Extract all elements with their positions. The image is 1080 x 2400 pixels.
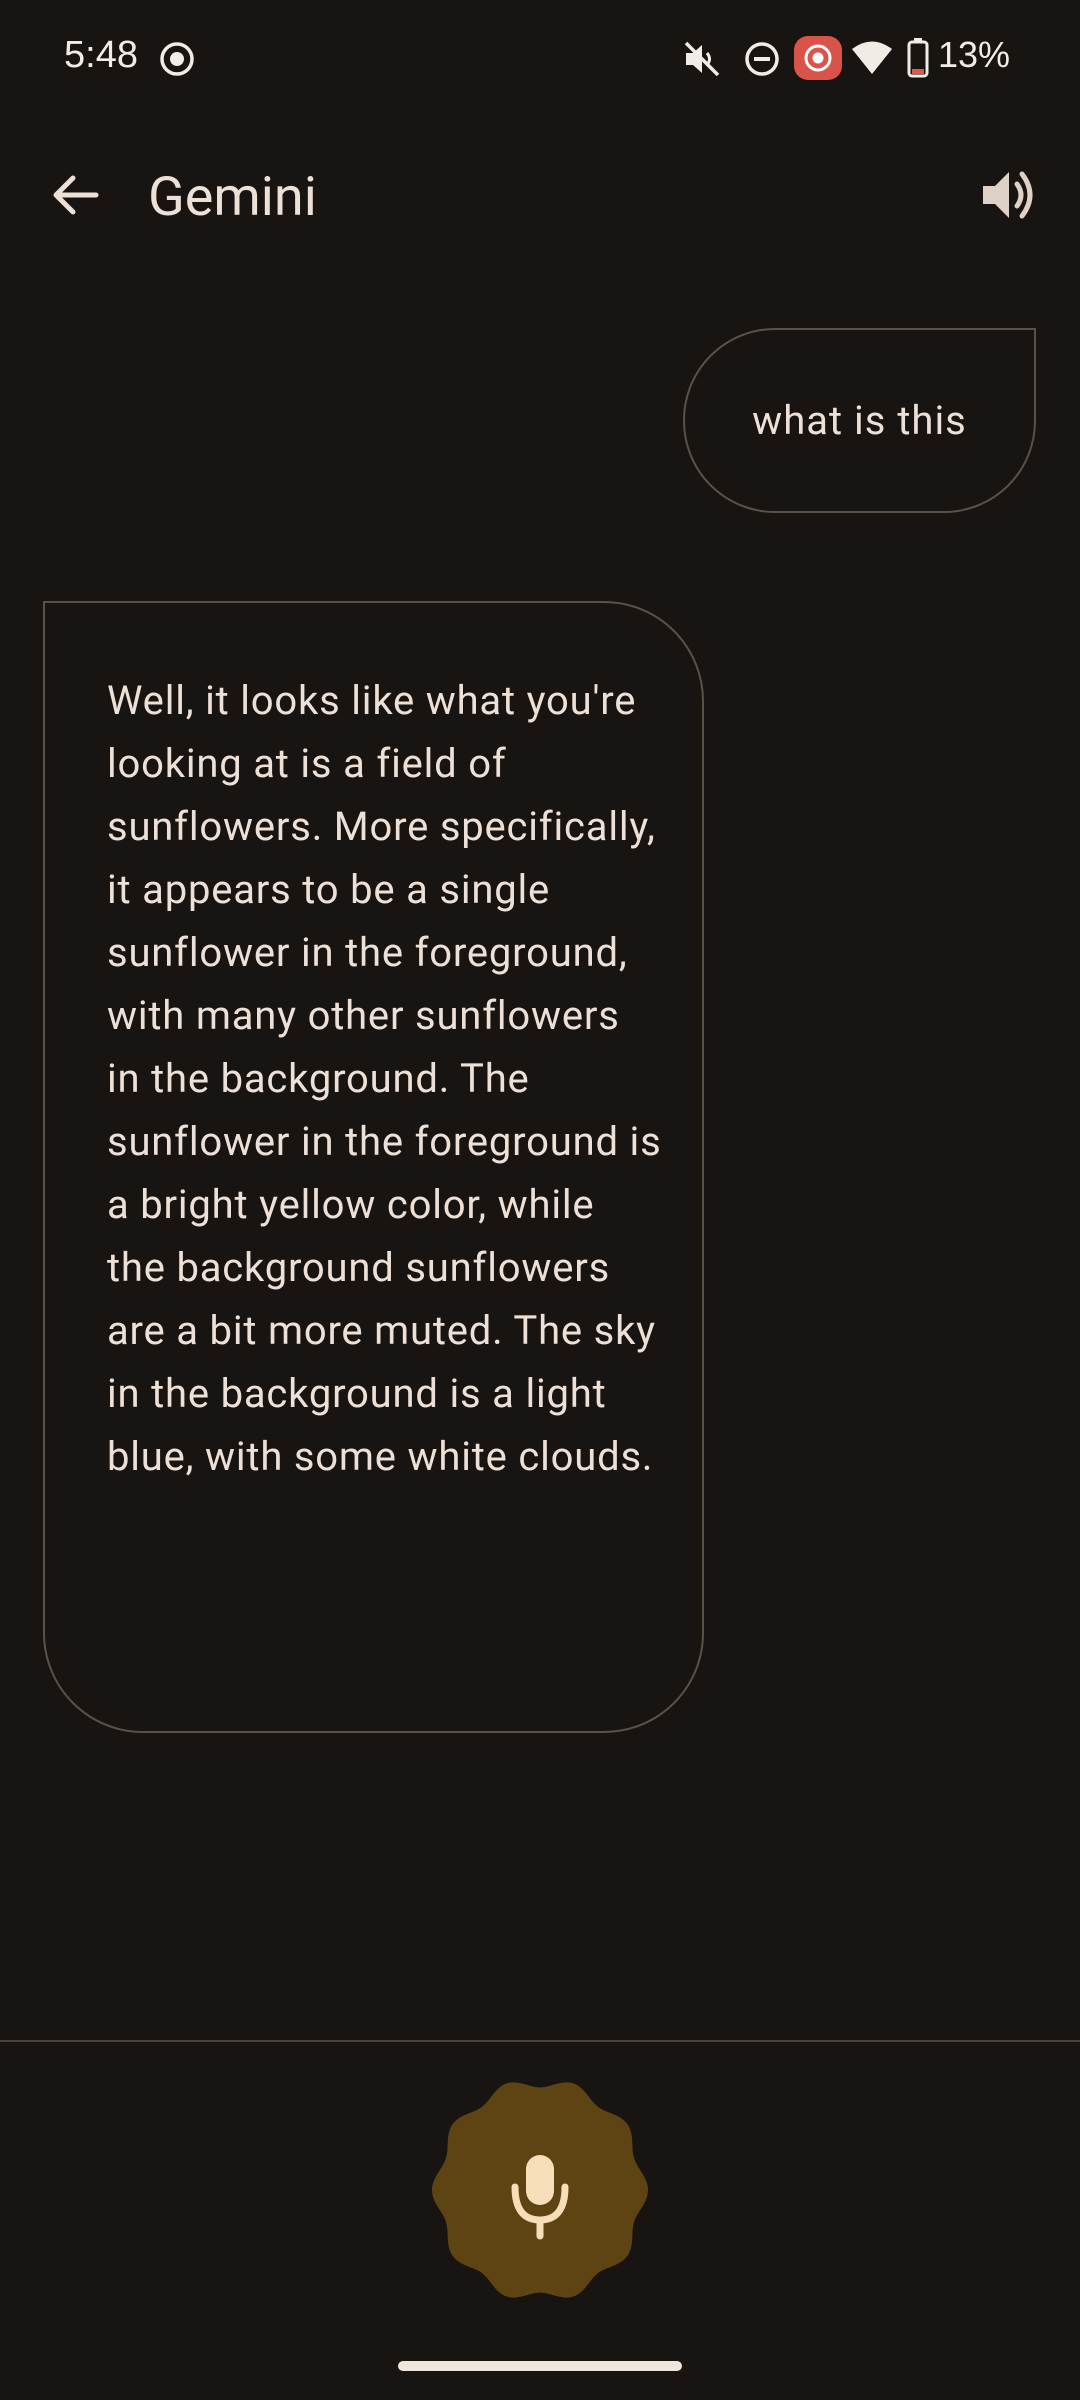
do-not-disturb-icon — [743, 40, 781, 82]
app-bar: Gemini — [0, 140, 1080, 260]
gesture-nav-handle[interactable] — [398, 2361, 682, 2371]
speaker-icon — [983, 171, 1033, 219]
assistant-message-bubble: Well, it looks like what you're looking … — [43, 601, 704, 1733]
mute-icon — [682, 40, 722, 82]
gemini-screen: 5:48 13% Gemini what is this Well, it lo… — [0, 0, 1080, 2400]
wifi-icon — [851, 40, 893, 80]
screen-record-icon — [158, 40, 196, 82]
assistant-message-text: Well, it looks like what you're looking … — [107, 677, 662, 1480]
battery-percent: 13% — [938, 34, 1011, 75]
microphone-button[interactable] — [415, 2070, 665, 2310]
battery-icon — [907, 38, 929, 82]
recording-icon — [794, 36, 842, 84]
user-message-text: what is this — [752, 397, 967, 444]
input-divider — [0, 2040, 1080, 2042]
user-message-bubble: what is this — [683, 328, 1036, 513]
page-title: Gemini — [148, 166, 317, 229]
speaker-button[interactable] — [975, 160, 1045, 230]
status-bar: 5:48 13% — [0, 0, 1080, 120]
arrow-left-icon — [53, 175, 99, 215]
back-button[interactable] — [40, 160, 110, 230]
status-time: 5:48 — [64, 34, 138, 76]
